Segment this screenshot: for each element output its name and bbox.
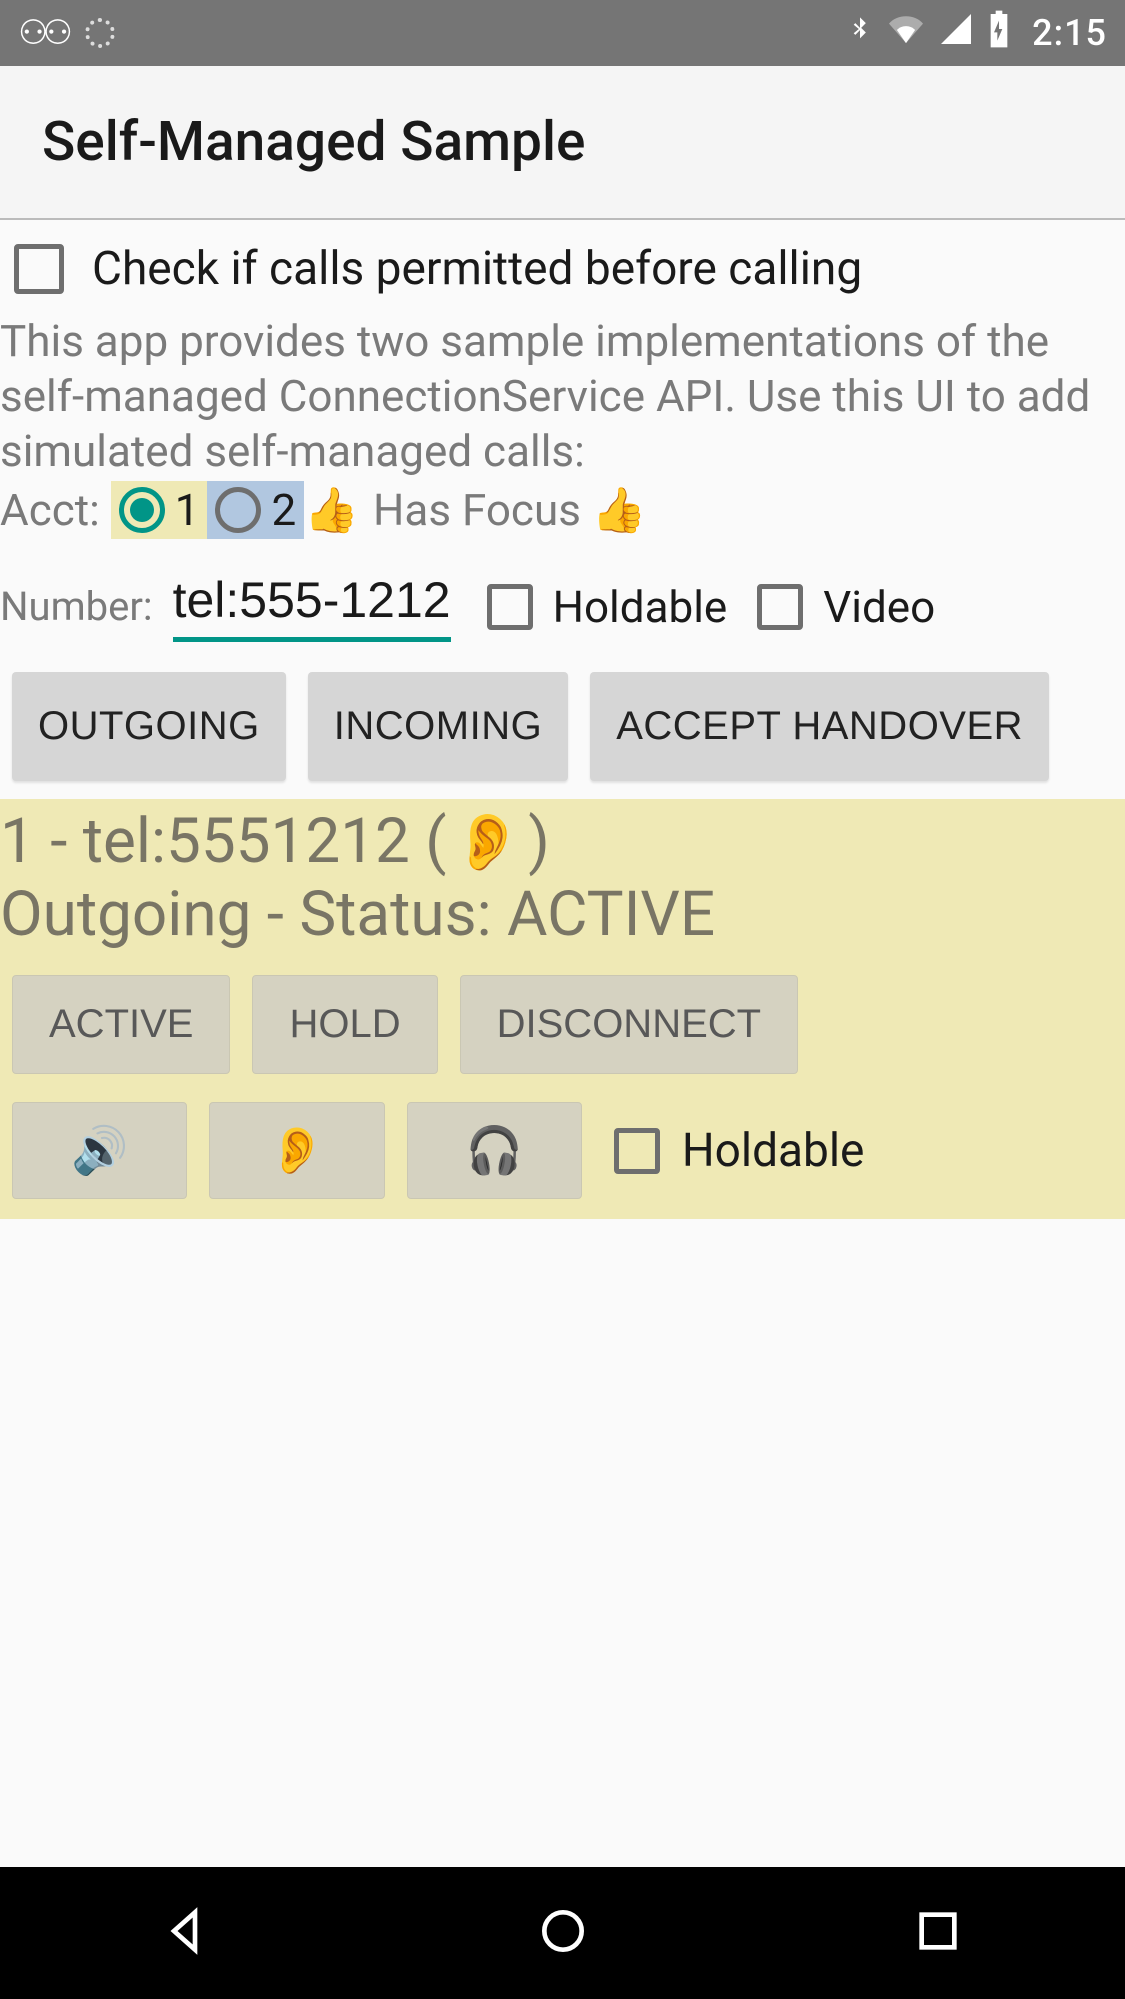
voicemail-icon: ⚇⚇ — [18, 13, 67, 53]
hold-button[interactable]: HOLD — [252, 975, 437, 1074]
wifi-icon — [886, 12, 926, 55]
holdable-checkbox[interactable] — [487, 584, 533, 630]
account-radio-2[interactable]: 2 — [207, 481, 304, 539]
number-row: Number: Holdable Video — [0, 571, 1125, 642]
call-card: 1 - tel:5551212 ( 👂 ) Outgoing - Status:… — [0, 799, 1125, 1219]
number-input[interactable] — [173, 571, 451, 642]
call-action-row: OUTGOING INCOMING ACCEPT HANDOVER — [0, 642, 1125, 799]
account-label: Acct: — [0, 484, 100, 536]
app-bar: Self-Managed Sample — [0, 66, 1125, 220]
ear-icon: 👂 — [453, 809, 523, 875]
call-holdable-checkbox[interactable] — [614, 1128, 660, 1174]
holdable-label: Holdable — [553, 581, 728, 633]
call-holdable-label: Holdable — [682, 1124, 865, 1178]
recents-button[interactable] — [910, 1903, 966, 1963]
call-info-line1: 1 - tel:5551212 ( 👂 ) — [0, 805, 1125, 878]
bluetooth-icon — [846, 9, 874, 58]
permit-checkbox-row[interactable]: Check if calls permitted before calling — [0, 220, 1125, 314]
home-button[interactable] — [535, 1903, 591, 1963]
battery-charging-icon — [986, 9, 1012, 58]
sync-icon — [85, 18, 115, 48]
outgoing-button[interactable]: OUTGOING — [12, 672, 286, 781]
radio-checked-icon — [119, 487, 165, 533]
disconnect-button[interactable]: DISCONNECT — [460, 975, 798, 1074]
description-text: This app provides two sample implementat… — [0, 314, 1125, 479]
incoming-button[interactable]: INCOMING — [308, 672, 568, 781]
accept-handover-button[interactable]: ACCEPT HANDOVER — [590, 672, 1049, 781]
headset-button[interactable]: 🎧 — [407, 1102, 582, 1199]
call-info-line2: Outgoing - Status: ACTIVE — [0, 878, 1125, 951]
thumbs-up-icon: 👍 — [304, 484, 359, 536]
status-bar: ⚇⚇ 2:15 — [0, 0, 1125, 66]
status-time: 2:15 — [1032, 12, 1107, 54]
account-row: Acct: 1 2 👍 Has Focus 👍 — [0, 481, 1125, 539]
active-button[interactable]: ACTIVE — [12, 975, 230, 1074]
account-radio-1[interactable]: 1 — [111, 481, 208, 539]
thumbs-up-icon: 👍 — [592, 484, 647, 536]
call-line1-suffix: ) — [528, 805, 550, 878]
video-label: Video — [823, 581, 935, 633]
account-radio-2-label: 2 — [271, 484, 296, 536]
navigation-bar — [0, 1867, 1125, 1999]
radio-unchecked-icon — [215, 487, 261, 533]
app-title: Self-Managed Sample — [42, 110, 585, 174]
permit-checkbox-label: Check if calls permitted before calling — [92, 242, 862, 296]
back-button[interactable] — [160, 1903, 216, 1963]
account-radio-1-label: 1 — [175, 484, 200, 536]
earpiece-button[interactable]: 👂 — [209, 1102, 384, 1199]
cellular-icon — [938, 11, 974, 56]
number-label: Number: — [0, 583, 153, 630]
call-line1-prefix: 1 - tel:5551212 ( — [0, 805, 447, 878]
speaker-button[interactable]: 🔊 — [12, 1102, 187, 1199]
video-checkbox[interactable] — [757, 584, 803, 630]
audio-route-row: 🔊 👂 🎧 Holdable — [0, 1074, 1125, 1199]
call-state-buttons: ACTIVE HOLD DISCONNECT — [0, 951, 1125, 1074]
permit-checkbox[interactable] — [14, 244, 64, 294]
focus-text: Has Focus — [373, 484, 581, 536]
